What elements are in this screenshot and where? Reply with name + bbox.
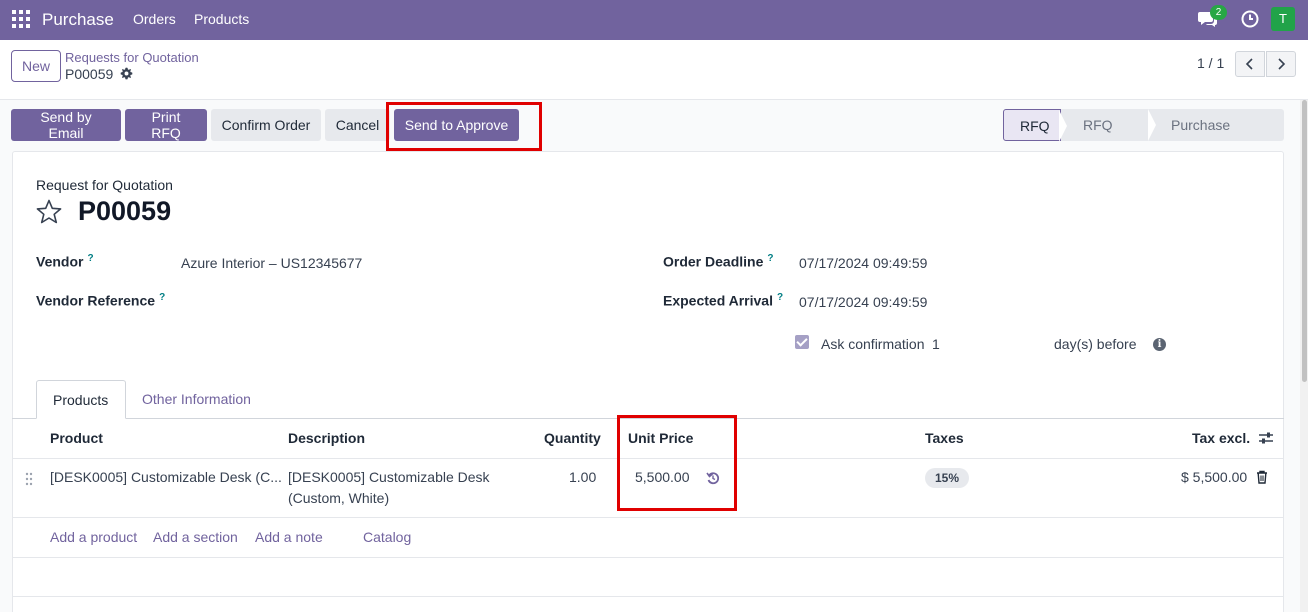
tax-badge[interactable]: 15%: [925, 468, 970, 488]
row-divider: [12, 596, 1284, 597]
cancel-button[interactable]: Cancel: [325, 109, 390, 141]
pager-next-button[interactable]: [1266, 51, 1296, 77]
order-deadline-label: Order Deadline?: [663, 253, 773, 270]
help-mark[interactable]: ?: [159, 292, 165, 303]
apps-menu-icon[interactable]: [12, 10, 30, 28]
ask-confirmation-days-field[interactable]: 1: [932, 336, 940, 352]
drag-handle-icon[interactable]: [24, 472, 34, 486]
app-brand[interactable]: Purchase: [42, 10, 114, 30]
help-mark[interactable]: ?: [777, 292, 783, 303]
help-mark[interactable]: ?: [767, 253, 773, 264]
status-bar: RFQ RFQ Sent Purchase Order: [1003, 109, 1284, 165]
trash-icon[interactable]: [1256, 470, 1268, 484]
vendor-label: Vendor?: [36, 253, 94, 270]
add-product-link[interactable]: Add a product: [50, 529, 137, 545]
menu-orders[interactable]: Orders: [133, 11, 176, 27]
optional-columns-icon[interactable]: [1258, 431, 1274, 445]
print-rfq-button[interactable]: Print RFQ: [125, 109, 207, 141]
send-by-email-button[interactable]: Send by Email: [11, 109, 121, 141]
status-step-label: RFQ: [1020, 118, 1050, 134]
tab-products[interactable]: Products: [36, 380, 126, 419]
expected-arrival-field[interactable]: 07/17/2024 09:49:59: [799, 294, 927, 310]
unit-price-highlight: [617, 415, 737, 511]
pager-previous-button[interactable]: [1235, 51, 1265, 77]
top-navbar: Purchase Orders Products 2 T: [0, 0, 1308, 40]
control-panel: New Requests for Quotation P00059 1 / 1: [0, 40, 1308, 100]
pager-value: 1 / 1: [1197, 55, 1225, 71]
column-header-taxes[interactable]: Taxes: [925, 430, 964, 446]
catalog-link[interactable]: Catalog: [363, 529, 411, 545]
description-cell-line1[interactable]: [DESK0005] Customizable Desk: [288, 469, 490, 485]
menu-products[interactable]: Products: [194, 11, 249, 27]
add-note-link[interactable]: Add a note: [255, 529, 323, 545]
status-step-rfq-sent[interactable]: RFQ Sent: [1061, 109, 1156, 165]
vendor-reference-field[interactable]: [181, 294, 601, 314]
subtotal-cell: $ 5,500.00: [1181, 469, 1248, 485]
vendor-reference-label-text: Vendor Reference: [36, 292, 156, 309]
add-section-link[interactable]: Add a section: [153, 529, 238, 545]
product-cell[interactable]: [DESK0005] Customizable Desk (C...: [50, 469, 282, 485]
activity-clock-icon[interactable]: [1241, 10, 1259, 28]
status-step-rfq[interactable]: RFQ: [1003, 109, 1067, 142]
order-deadline-field[interactable]: 07/17/2024 09:49:59: [799, 255, 927, 271]
column-header-tax-excl[interactable]: Tax excl.: [1192, 430, 1250, 446]
gear-icon[interactable]: [120, 67, 133, 80]
vendor-label-text: Vendor: [36, 253, 84, 270]
vendor-reference-label: Vendor Reference?: [36, 292, 165, 309]
status-step-purchase-order[interactable]: Purchase Order: [1149, 109, 1284, 165]
description-cell-line2[interactable]: (Custom, White): [288, 490, 389, 506]
column-header-description[interactable]: Description: [288, 430, 365, 446]
form-subtitle: Request for Quotation: [36, 177, 173, 193]
column-header-quantity[interactable]: Quantity: [544, 430, 601, 446]
confirm-order-button[interactable]: Confirm Order: [211, 109, 321, 141]
breadcrumb-current: P00059: [65, 66, 114, 82]
ask-confirmation-checkbox[interactable]: [795, 335, 809, 349]
ask-confirmation-label: Ask confirmation: [821, 336, 925, 352]
form-title: P00059: [78, 196, 172, 226]
send-to-approve-highlight: [386, 102, 542, 151]
quantity-cell[interactable]: 1.00: [569, 469, 596, 485]
order-deadline-label-text: Order Deadline: [663, 253, 764, 270]
vendor-field[interactable]: Azure Interior – US12345677: [181, 255, 362, 271]
chevron-right-icon: [1278, 58, 1286, 70]
row-divider: [12, 517, 1284, 518]
page-scrollbar-thumb[interactable]: [1302, 100, 1307, 382]
new-button[interactable]: New: [11, 50, 61, 82]
expected-arrival-label-text: Expected Arrival: [663, 292, 773, 309]
expected-arrival-label: Expected Arrival?: [663, 292, 783, 309]
column-header-product[interactable]: Product: [50, 430, 103, 446]
user-avatar[interactable]: T: [1271, 7, 1295, 31]
row-divider: [12, 557, 1284, 558]
chevron-left-icon: [1245, 58, 1253, 70]
tab-other-information[interactable]: Other Information: [126, 380, 267, 419]
days-before-label: day(s) before: [1054, 336, 1137, 352]
help-mark[interactable]: ?: [87, 253, 93, 264]
chat-count-badge: 2: [1210, 5, 1227, 20]
star-icon[interactable]: [35, 198, 63, 226]
info-icon[interactable]: i: [1153, 338, 1166, 351]
breadcrumb-parent[interactable]: Requests for Quotation: [65, 50, 199, 65]
